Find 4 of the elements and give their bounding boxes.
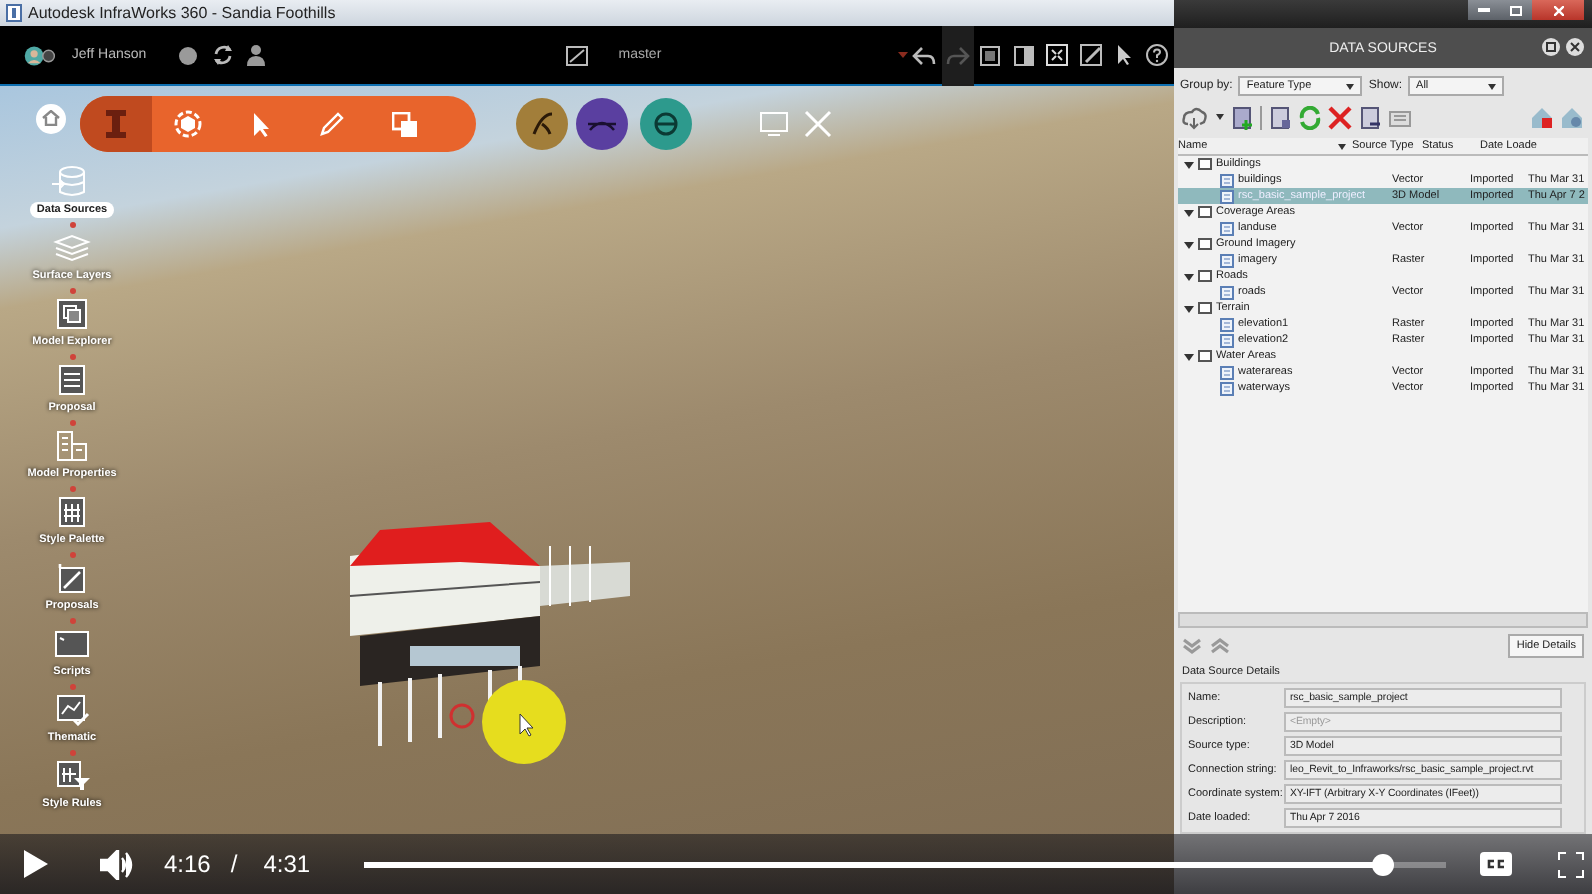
current-time: 4:16 xyxy=(164,850,211,878)
duration: 4:31 xyxy=(263,850,311,878)
window-title: Autodesk InfraWorks 360 - Sandia Foothills xyxy=(28,4,336,22)
time-separator: / xyxy=(230,850,238,878)
